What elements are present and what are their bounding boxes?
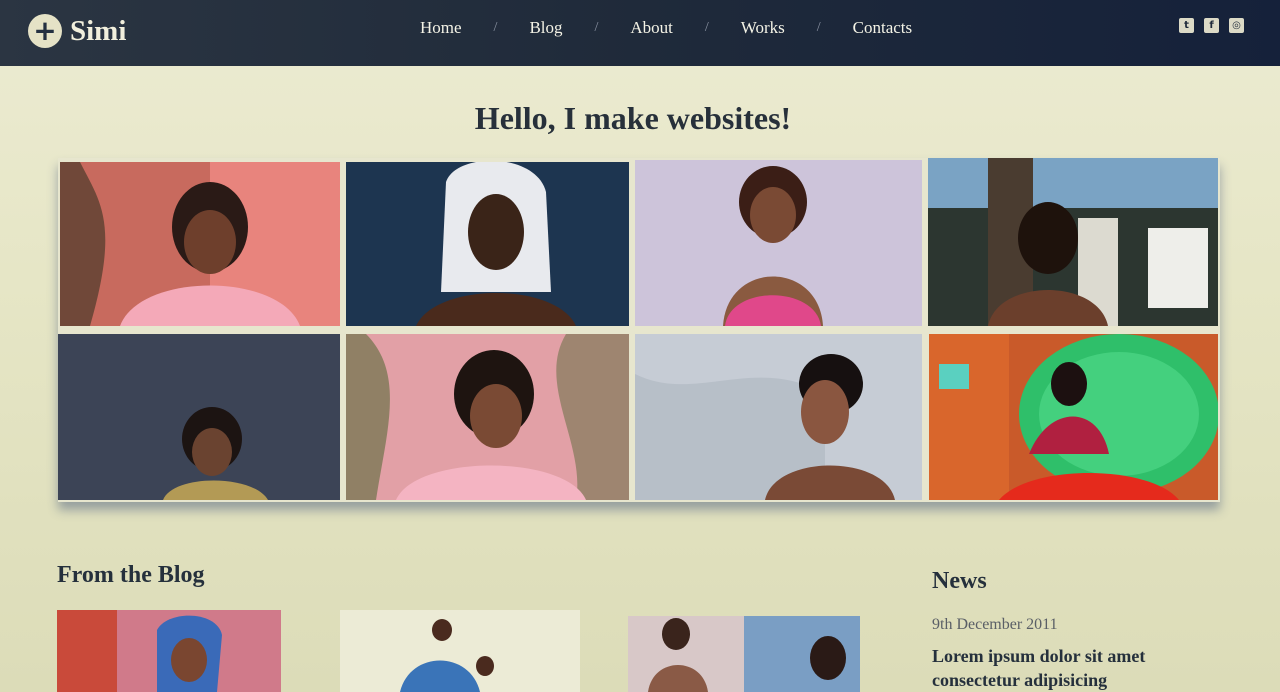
instagram-icon[interactable]: ◎ — [1229, 18, 1244, 33]
top-navigation-bar: + Simi Home / Blog / About / Works / Con… — [0, 0, 1280, 66]
blog-thumbnail-3[interactable] — [628, 616, 860, 692]
gallery-photo-6[interactable] — [346, 334, 629, 500]
hero-title: Hello, I make websites! — [474, 100, 792, 136]
brand-name: Simi — [70, 14, 127, 47]
brand-logo[interactable]: + Simi — [28, 14, 126, 48]
gallery-photo-5[interactable] — [58, 334, 340, 500]
gallery-photo-4[interactable] — [928, 158, 1218, 326]
main-nav: Home / Blog / About / Works / Contacts — [420, 18, 912, 38]
facebook-icon[interactable]: f — [1204, 18, 1219, 33]
blog-thumbnail-1[interactable] — [57, 610, 281, 692]
news-article-link[interactable]: Lorem ipsum dolor sit amet consectetur a… — [932, 644, 1232, 692]
news-heading: News — [932, 568, 987, 594]
nav-home[interactable]: Home — [420, 18, 462, 38]
nav-separator: / — [704, 20, 709, 35]
gallery-photo-3[interactable] — [635, 160, 922, 326]
social-links: t f ◎ — [1169, 18, 1244, 33]
gallery-photo-2[interactable] — [346, 162, 629, 326]
blog-thumbnail-2[interactable] — [340, 610, 580, 692]
news-date: 9th December 2011 — [932, 616, 1058, 633]
nav-works[interactable]: Works — [741, 18, 785, 38]
nav-contacts[interactable]: Contacts — [853, 18, 913, 38]
nav-separator: / — [816, 20, 821, 35]
blog-heading: From the Blog — [57, 562, 205, 588]
gallery-photo-8[interactable] — [929, 334, 1218, 500]
gallery-photo-7[interactable] — [635, 334, 922, 500]
nav-about[interactable]: About — [630, 18, 673, 38]
photo-gallery — [58, 158, 1220, 502]
nav-separator: / — [493, 20, 498, 35]
gallery-photo-1[interactable] — [60, 162, 340, 326]
twitter-icon[interactable]: t — [1179, 18, 1194, 33]
nav-blog[interactable]: Blog — [529, 18, 562, 38]
nav-separator: / — [594, 20, 599, 35]
plus-circle-icon: + — [28, 14, 62, 48]
